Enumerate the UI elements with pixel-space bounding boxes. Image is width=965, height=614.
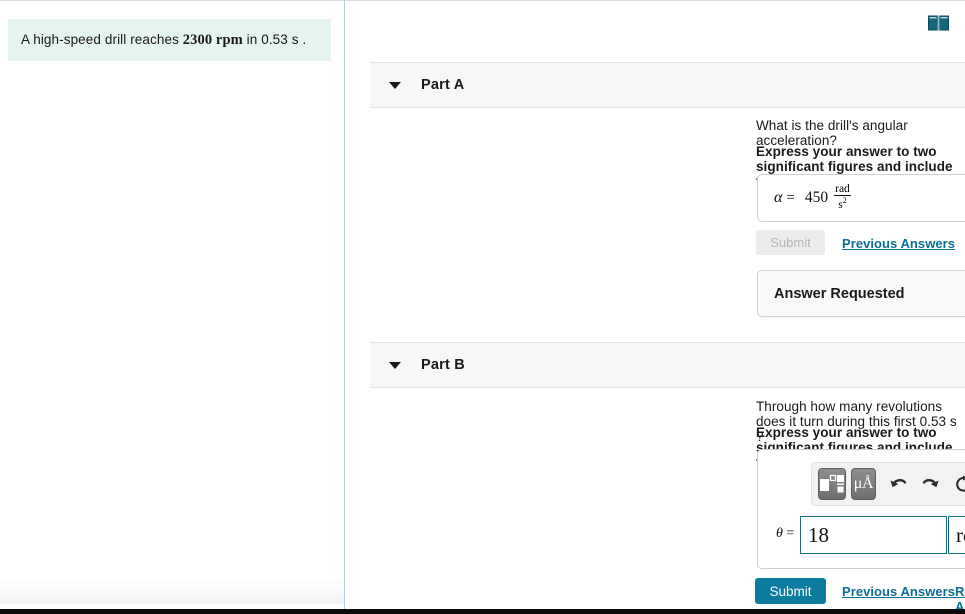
- part-b-submit-button[interactable]: Submit: [755, 578, 826, 604]
- part-b-unit-input[interactable]: [948, 516, 965, 554]
- undo-icon[interactable]: [889, 469, 908, 499]
- question-statement-box: A high-speed drill reaches 2300 rpm in 0…: [8, 19, 331, 61]
- part-a-unit-den-exp: 2: [842, 196, 847, 206]
- caret-down-icon[interactable]: [389, 361, 401, 369]
- part-a-equals: =: [786, 189, 795, 206]
- panel-bottom-fade: [0, 578, 344, 604]
- part-a-answer-display: α = 450 rad s2: [757, 174, 965, 222]
- part-a-title: Part A: [421, 77, 465, 93]
- part-a-unit-numerator: rad: [834, 182, 851, 197]
- question-unit: 2300 rpm: [182, 31, 243, 48]
- bottom-bar: [0, 609, 965, 614]
- answer-panel: Part A What is the drill's angular accel…: [345, 0, 965, 614]
- question-prefix: A high-speed drill reaches: [21, 31, 183, 47]
- part-b-header[interactable]: Part B: [370, 342, 965, 388]
- part-b-previous-answers-link[interactable]: Previous Answers: [842, 584, 955, 599]
- part-a-submit-button[interactable]: Submit: [756, 230, 825, 255]
- part-a-previous-answers-link[interactable]: Previous Answers: [842, 236, 955, 251]
- template-layout-icon[interactable]: [818, 468, 846, 500]
- question-panel: A high-speed drill reaches 2300 rpm in 0…: [0, 0, 344, 609]
- part-a-value: 450: [804, 189, 829, 206]
- open-book-icon[interactable]: [927, 13, 949, 33]
- part-a-unit-denominator: s2: [838, 196, 846, 211]
- question-suffix: in 0.53 s .: [242, 31, 307, 47]
- part-b-answer-entry: μÅ θ = 18 rev: [757, 449, 965, 569]
- part-b-variable: θ: [776, 526, 783, 541]
- caret-down-icon[interactable]: [389, 81, 401, 89]
- units-symbols-label: μÅ: [853, 475, 874, 492]
- part-b-equals: =: [786, 526, 795, 541]
- question-statement: A high-speed drill reaches 2300 rpm in 0…: [21, 32, 306, 49]
- units-symbols-icon[interactable]: μÅ: [851, 468, 877, 500]
- reset-icon[interactable]: [954, 469, 965, 499]
- math-input-toolbar: μÅ: [811, 462, 965, 506]
- part-b-variable-label: θ =: [776, 526, 794, 542]
- part-a-unit-fraction: rad s2: [834, 183, 851, 212]
- part-b-title: Part B: [421, 357, 465, 373]
- part-a-status-box: Answer Requested: [757, 270, 965, 317]
- part-b-value-input[interactable]: [800, 516, 947, 554]
- part-a-status-text: Answer Requested: [774, 285, 905, 302]
- mastering-physics-page: A high-speed drill reaches 2300 rpm in 0…: [0, 0, 965, 614]
- part-a-header[interactable]: Part A: [370, 62, 965, 108]
- part-a-variable: α: [774, 189, 783, 206]
- redo-icon[interactable]: [921, 469, 940, 499]
